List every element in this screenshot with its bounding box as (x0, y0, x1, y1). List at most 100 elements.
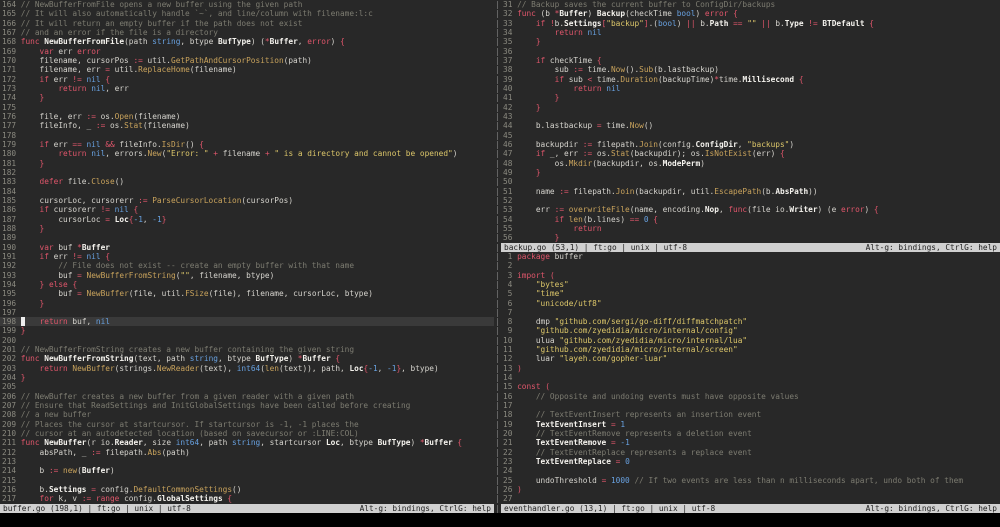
pane-backup-go[interactable]: 31 // Backup saves the current buffer to … (501, 0, 1000, 252)
code-line[interactable]: 214 b := new(Buffer) (0, 466, 494, 475)
code-line[interactable]: 174 } (0, 93, 494, 102)
code-line[interactable]: 42 } (501, 103, 1000, 112)
code-line[interactable]: 176 file, err := os.Open(filename) (0, 112, 494, 121)
code-line[interactable]: 53 err := overwriteFile(name, encoding.N… (501, 205, 1000, 214)
code-line[interactable]: 14 (501, 373, 1000, 382)
code-line[interactable]: 190 var buf *Buffer (0, 243, 494, 252)
code-line[interactable]: 7 (501, 308, 1000, 317)
code-line[interactable]: 16 // Opposite and undoing events must h… (501, 392, 1000, 401)
code-line[interactable]: 200 (0, 336, 494, 345)
code-line[interactable]: 208// a new buffer (0, 410, 494, 419)
code-line[interactable]: 181 } (0, 159, 494, 168)
code-line[interactable]: 197 (0, 308, 494, 317)
code-line[interactable]: 196 } (0, 299, 494, 308)
code-line[interactable]: 26) (501, 485, 1000, 494)
code-line[interactable]: 35 } (501, 37, 1000, 46)
code-line[interactable]: 3 import ( (501, 271, 1000, 280)
code-line[interactable]: 56 } (501, 233, 1000, 242)
code-line[interactable]: 31 // Backup saves the current buffer to … (501, 0, 1000, 9)
code-line[interactable]: 192 // File does not exist -- create an … (0, 261, 494, 270)
code-line[interactable]: 55 return (501, 224, 1000, 233)
code-line[interactable]: 45 (501, 131, 1000, 140)
code-line[interactable]: 49 } (501, 168, 1000, 177)
code-line[interactable]: 22 // TextEventReplace represents a repl… (501, 448, 1000, 457)
code-line[interactable]: 165// It will also automatically handle … (0, 9, 494, 18)
code-line[interactable]: 169 var err error (0, 47, 494, 56)
code-line[interactable]: 172 if err != nil { (0, 75, 494, 84)
code-line[interactable]: 38 sub := time.Now().Sub(b.lastbackup) (501, 65, 1000, 74)
code-line[interactable]: 4 "bytes" (501, 280, 1000, 289)
code-line[interactable]: 185 cursorLoc, cursorerr := ParseCursorL… (0, 196, 494, 205)
code-line[interactable]: 15 const ( (501, 382, 1000, 391)
code-line[interactable]: 183 defer file.Close() (0, 177, 494, 186)
code-line[interactable]: 188 } (0, 224, 494, 233)
code-line[interactable]: 11 "github.com/zyedidia/micro/internal/s… (501, 345, 1000, 354)
code-line[interactable]: 25 undoThreshold = 1000 // If two events… (501, 476, 1000, 485)
code-line[interactable]: 182 (0, 168, 494, 177)
code-line[interactable]: 191 if err != nil { (0, 252, 494, 261)
code-line[interactable]: 10 ulua "github.com/zyedidia/micro/inter… (501, 336, 1000, 345)
code-line[interactable]: 54 if len(b.lines) == 0 { (501, 215, 1000, 224)
code-line[interactable]: 52 (501, 196, 1000, 205)
code-line[interactable]: 203 return NewBuffer(strings.NewReader(t… (0, 364, 494, 373)
code-line[interactable]: 19 TextEventInsert = 1 (501, 420, 1000, 429)
code-line[interactable]: 27 (501, 494, 1000, 503)
code-line[interactable]: 18 // TextEventInsert represents an inse… (501, 410, 1000, 419)
code-line[interactable]: 205 (0, 382, 494, 391)
code-line[interactable]: 171 filename, err = util.ReplaceHome(fil… (0, 65, 494, 74)
code-line[interactable]: 204} (0, 373, 494, 382)
code-area-eventhandler-go[interactable]: 1 package buffer 2 3 import (4 "bytes" 5 "tim… (501, 252, 1000, 504)
code-line[interactable]: 48 os.Mkdir(backupdir, os.ModePerm) (501, 159, 1000, 168)
code-line[interactable]: 47 if _, err := os.Stat(backupdir); os.I… (501, 149, 1000, 158)
code-line[interactable]: 166// It will return an empty buffer if … (0, 19, 494, 28)
code-line[interactable]: 207// Ensure that ReadSettings and InitG… (0, 401, 494, 410)
code-line[interactable]: 202 func NewBufferFromString(text, path s… (0, 354, 494, 363)
code-line[interactable]: 8 dmp "github.com/sergi/go-diff/diffmatc… (501, 317, 1000, 326)
code-line[interactable]: 199} (0, 326, 494, 335)
code-line[interactable]: 21 TextEventRemove = -1 (501, 438, 1000, 447)
code-line[interactable]: 201// NewBufferFromString creates a new … (0, 345, 494, 354)
code-line[interactable]: 168 func NewBufferFromFile(path string, b… (0, 37, 494, 46)
code-line[interactable]: 44 b.lastbackup = time.Now() (501, 121, 1000, 130)
code-line[interactable]: 170 filename, cursorPos := util.GetPathA… (0, 56, 494, 65)
code-line[interactable]: 198 return buf, nil (0, 317, 494, 327)
code-line[interactable]: 194 } else { (0, 280, 494, 289)
code-line[interactable]: 178 (0, 131, 494, 140)
code-line[interactable]: 167// and an error if the file is a dire… (0, 28, 494, 37)
pane-buffer-go[interactable]: 164// NewBufferFromFile opens a new buff… (0, 0, 494, 514)
code-line[interactable]: 206// NewBuffer creates a new buffer fro… (0, 392, 494, 401)
code-line[interactable]: 1 package buffer (501, 252, 1000, 261)
code-line[interactable]: 13) (501, 364, 1000, 373)
code-line[interactable]: 34 return nil (501, 28, 1000, 37)
code-line[interactable]: 180 return nil, errors.New("Error: " + f… (0, 149, 494, 158)
code-line[interactable]: 5 "time" (501, 289, 1000, 298)
code-line[interactable]: 32 func (b *Buffer) Backup(checkTime bool… (501, 9, 1000, 18)
code-line[interactable]: 212 absPath, _ := filepath.Abs(path) (0, 448, 494, 457)
code-line[interactable]: 23 TextEventReplace = 0 (501, 457, 1000, 466)
code-line[interactable]: 215 (0, 476, 494, 485)
code-line[interactable]: 186 if cursorerr != nil { (0, 205, 494, 214)
code-line[interactable]: 216 b.Settings = config.DefaultCommonSet… (0, 485, 494, 494)
code-line[interactable]: 41 } (501, 93, 1000, 102)
code-line[interactable]: 9 "github.com/zyedidia/micro/internal/co… (501, 326, 1000, 335)
code-line[interactable]: 210// cursor at an autodetected location… (0, 429, 494, 438)
code-line[interactable]: 36 (501, 47, 1000, 56)
code-line[interactable]: 33 if !b.Settings["backup"].(bool) || b.… (501, 19, 1000, 28)
code-line[interactable]: 209// Places the cursor at startcursor. … (0, 420, 494, 429)
code-line[interactable]: 17 (501, 401, 1000, 410)
code-line[interactable]: 187 cursorLoc = Loc{-1, -1} (0, 215, 494, 224)
code-line[interactable]: 211 func NewBuffer(r io.Reader, size int6… (0, 438, 494, 447)
code-area-buffer-go[interactable]: 164// NewBufferFromFile opens a new buff… (0, 0, 494, 504)
code-line[interactable]: 189 (0, 233, 494, 242)
code-line[interactable]: 213 (0, 457, 494, 466)
code-line[interactable]: 177 fileInfo, _ := os.Stat(filename) (0, 121, 494, 130)
code-line[interactable]: 6 "unicode/utf8" (501, 299, 1000, 308)
code-line[interactable]: 173 return nil, err (0, 84, 494, 93)
code-line[interactable]: 2 (501, 261, 1000, 270)
code-line[interactable]: 175 (0, 103, 494, 112)
code-line[interactable]: 195 buf = NewBuffer(file, util.FSize(fil… (0, 289, 494, 298)
code-line[interactable]: 51 name := filepath.Join(backupdir, util… (501, 187, 1000, 196)
pane-eventhandler-go[interactable]: 1 package buffer 2 3 import (4 "bytes" 5 "tim… (501, 252, 1000, 514)
code-line[interactable]: 184 (0, 187, 494, 196)
code-line[interactable]: 12 luar "layeh.com/gopher-luar" (501, 354, 1000, 363)
